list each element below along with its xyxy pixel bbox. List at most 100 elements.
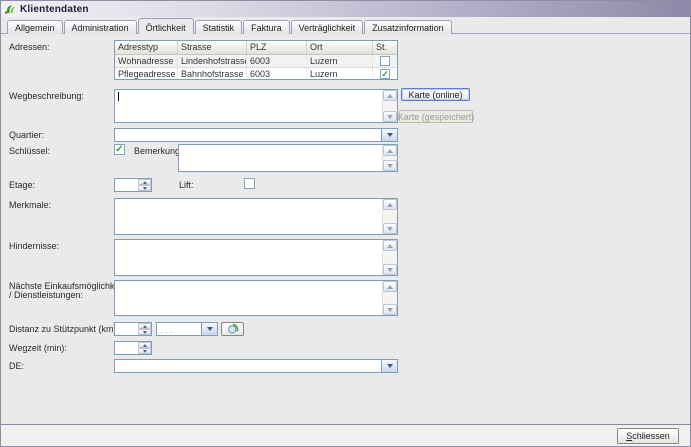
distanz-label: Distanz zu Stützpunkt (km):: [9, 324, 119, 334]
col-ort[interactable]: Ort: [307, 41, 373, 54]
step-down-button[interactable]: [138, 348, 151, 354]
dropdown-button[interactable]: [381, 129, 397, 141]
text-caret: [118, 92, 119, 101]
table-row[interactable]: Pflegeadresse Bahnhofstrasse 6003 Luzern…: [115, 68, 397, 80]
title-bar[interactable]: Klientendaten: [1, 1, 690, 17]
step-up-icon: [143, 325, 147, 328]
dropdown-button[interactable]: [381, 360, 397, 372]
scroll-down-icon: [387, 227, 393, 231]
schliessen-rest: chliessen: [632, 431, 670, 441]
scroll-down-icon: [387, 115, 393, 119]
tab-administration[interactable]: Administration: [64, 20, 137, 34]
step-down-icon: [143, 331, 147, 334]
scroll-up-icon: [387, 94, 393, 98]
col-adresstyp[interactable]: Adresstyp: [115, 41, 178, 54]
scroll-down-icon: [387, 268, 393, 272]
tab-bar: Allgemein Administration Örtlichkeit Sta…: [1, 18, 690, 34]
einkauf-textarea[interactable]: [114, 280, 398, 316]
karte-online-button[interactable]: Karte (online): [401, 88, 470, 101]
tab-statistik[interactable]: Statistik: [195, 20, 243, 34]
scroll-down-button[interactable]: [383, 160, 397, 171]
stepper-buttons: [138, 323, 151, 335]
quartier-label: Quartier:: [9, 130, 44, 140]
window-title: Klientendaten: [20, 4, 89, 15]
row1-checkbox-unchecked[interactable]: [380, 56, 390, 66]
etage-stepper[interactable]: [114, 178, 152, 192]
schliessen-button[interactable]: Schliessen: [617, 428, 679, 444]
scroll-up-button[interactable]: [383, 199, 397, 210]
cell-ort: Luzern: [307, 68, 373, 80]
step-down-button[interactable]: [138, 329, 151, 335]
wegzeit-stepper[interactable]: [114, 341, 152, 355]
row2-checkbox-checked[interactable]: ✓: [380, 69, 390, 79]
address-table[interactable]: Adresstyp Strasse PLZ Ort St. Wohnadress…: [114, 40, 398, 80]
address-table-header: Adresstyp Strasse PLZ Ort St.: [115, 41, 397, 55]
merkmale-textarea[interactable]: [114, 198, 398, 235]
scrollbar[interactable]: [382, 90, 397, 122]
stepper-buttons: [138, 342, 151, 354]
step-up-icon: [143, 181, 147, 184]
checkmark-icon: ✓: [381, 70, 389, 78]
table-row[interactable]: Wohnadresse Lindenhofstrasse.. 6003 Luze…: [115, 55, 397, 68]
wegbeschreibung-textarea[interactable]: [114, 89, 398, 123]
col-strasse[interactable]: Strasse: [178, 41, 247, 54]
etage-label: Etage:: [9, 180, 35, 190]
schluessel-checkbox-checked[interactable]: ✓: [114, 144, 125, 155]
hindernisse-textarea[interactable]: [114, 239, 398, 276]
wegzeit-label: Wegzeit (min):: [9, 343, 67, 353]
scroll-up-button[interactable]: [383, 145, 397, 156]
scroll-up-button[interactable]: [383, 281, 397, 292]
step-down-icon: [143, 350, 147, 353]
adressen-label: Adressen:: [9, 42, 50, 52]
route-calc-button[interactable]: [221, 322, 244, 336]
cell-ort: Luzern: [307, 55, 373, 67]
chevron-down-icon: [387, 364, 393, 368]
distanz-unit-select[interactable]: . . .: [156, 322, 218, 336]
karte-gespeichert-button[interactable]: Karte (gespeichert): [399, 110, 473, 123]
step-down-icon: [143, 187, 147, 190]
scroll-down-button[interactable]: [383, 264, 397, 275]
step-up-icon: [143, 344, 147, 347]
chevron-down-icon: [387, 133, 393, 137]
distanz-stepper[interactable]: [114, 322, 152, 336]
scroll-down-button[interactable]: [383, 223, 397, 234]
tab-vertraeglichkeit[interactable]: Verträglichkeit: [291, 20, 364, 34]
route-globe-icon: [227, 323, 239, 335]
scrollbar[interactable]: [382, 199, 397, 234]
dropdown-button[interactable]: [201, 323, 217, 335]
hindernisse-label: Hindernisse:: [9, 241, 59, 251]
scroll-up-icon: [387, 244, 393, 248]
tab-zusatzinformation[interactable]: Zusatzinformation: [364, 20, 452, 34]
de-label: DE:: [9, 361, 24, 371]
scroll-up-icon: [387, 285, 393, 289]
col-st[interactable]: St.: [373, 41, 397, 54]
scroll-up-button[interactable]: [383, 240, 397, 251]
scroll-down-button[interactable]: [383, 304, 397, 315]
cell-adresstyp: Pflegeadresse: [115, 68, 178, 80]
scrollbar[interactable]: [382, 281, 397, 315]
de-select[interactable]: [114, 359, 398, 373]
lift-checkbox-unchecked[interactable]: [244, 178, 255, 189]
schluessel-label: Schlüssel:: [9, 146, 50, 156]
wegbeschreibung-label: Wegbeschreibung:: [9, 91, 84, 101]
tab-faktura[interactable]: Faktura: [243, 20, 290, 34]
tab-oertlichkeit[interactable]: Örtlichkeit: [138, 18, 194, 34]
scroll-down-button[interactable]: [383, 111, 397, 122]
lift-label: Lift:: [179, 180, 194, 190]
tab-allgemein[interactable]: Allgemein: [7, 20, 63, 34]
bemerkung-label: Bemerkung:: [134, 146, 183, 156]
scrollbar[interactable]: [382, 240, 397, 275]
cell-st: ✓: [373, 68, 397, 80]
klientendaten-window: Klientendaten Allgemein Administration Ö…: [0, 0, 691, 447]
chevron-down-icon: [207, 327, 213, 331]
scroll-up-icon: [387, 149, 393, 153]
scroll-down-icon: [387, 308, 393, 312]
scrollbar[interactable]: [382, 145, 397, 171]
scroll-up-button[interactable]: [383, 90, 397, 101]
bemerkung-textarea[interactable]: [178, 144, 398, 172]
app-logo-icon: [4, 3, 16, 15]
step-down-button[interactable]: [138, 185, 151, 191]
quartier-select[interactable]: [114, 128, 398, 142]
scroll-up-icon: [387, 203, 393, 207]
col-plz[interactable]: PLZ: [247, 41, 307, 54]
